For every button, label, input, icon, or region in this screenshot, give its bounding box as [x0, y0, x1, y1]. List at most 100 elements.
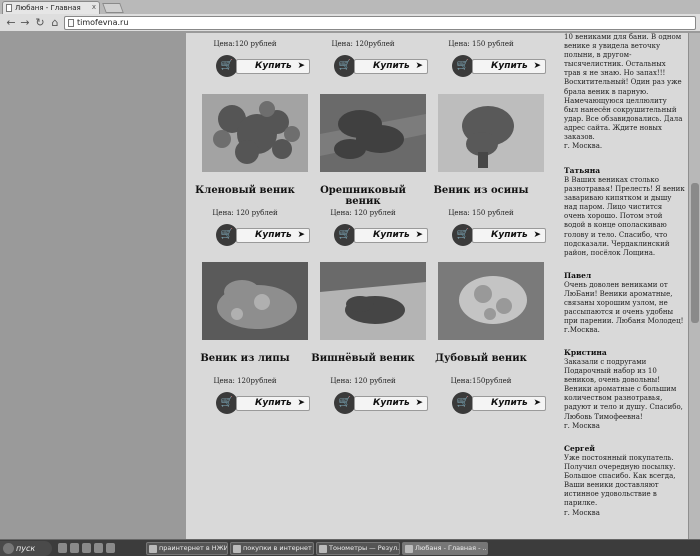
window-icon	[319, 545, 327, 553]
new-tab-button[interactable]	[102, 3, 124, 13]
reviewer-name: Татьяна	[564, 166, 601, 175]
tab-title: Любаня - Главная	[15, 4, 81, 12]
product-name[interactable]: Веник из осины	[422, 185, 540, 196]
browser-tab[interactable]: Любаня - Главная x	[2, 1, 100, 14]
task-label: праинтернет в НЖИД	[159, 544, 228, 552]
buy-button[interactable]: 🛒 Купить ➤	[334, 392, 428, 414]
cart-icon: 🛒	[452, 392, 474, 414]
product-name[interactable]: Дубовый веник	[422, 353, 540, 364]
start-label: пуск	[16, 544, 36, 553]
product-price: Цена:150рублей	[450, 377, 512, 385]
home-icon[interactable]: ⌂	[48, 16, 62, 30]
buy-label: Купить	[255, 398, 292, 408]
back-icon[interactable]: ←	[4, 16, 18, 30]
product-price: Цена: 150 рублей	[448, 40, 514, 48]
buy-label: Купить	[373, 398, 410, 408]
review-text: Уже постоянный покупатель. Получил очере…	[564, 454, 676, 517]
product-price: Цена:120 рублей	[213, 40, 277, 48]
arrow-right-icon: ➤	[533, 61, 541, 71]
browser-toolbar: ← → ↻ ⌂ timofevna.ru	[0, 14, 700, 32]
product-photo[interactable]	[202, 262, 308, 340]
buy-button[interactable]: 🛒 Купить ➤	[216, 224, 310, 246]
address-url: timofevna.ru	[77, 18, 129, 27]
cart-icon: 🛒	[216, 55, 238, 77]
product-price: Цена: 120 рублей	[212, 209, 278, 217]
buy-button[interactable]: 🛒 Купить ➤	[216, 392, 310, 414]
task-label: Тонометры — Резул...	[329, 544, 400, 552]
product-photo[interactable]	[202, 94, 308, 172]
taskbar-window-button[interactable]: праинтернет в НЖИД	[146, 542, 228, 555]
product-name[interactable]: Веник из липы	[186, 353, 304, 364]
window-icon	[405, 545, 413, 553]
buy-button[interactable]: 🛒 Купить ➤	[452, 392, 546, 414]
quicklaunch-icon[interactable]	[106, 543, 115, 553]
task-label: покупки в интернет ...	[243, 544, 314, 552]
quicklaunch-icon[interactable]	[70, 543, 79, 553]
arrow-right-icon: ➤	[415, 398, 423, 408]
taskbar-window-button[interactable]: Тонометры — Резул...	[316, 542, 400, 555]
buy-button[interactable]: 🛒 Купить ➤	[452, 55, 546, 77]
close-tab-icon[interactable]: x	[92, 3, 96, 11]
cart-icon: 🛒	[334, 55, 356, 77]
review-text: Очень доволен вениками от ЛюБани! Веники…	[564, 281, 684, 335]
product-name[interactable]: Вишнёвый веник	[304, 353, 422, 364]
arrow-right-icon: ➤	[533, 398, 541, 408]
windows-logo-icon	[3, 543, 14, 554]
review-text: Заказали с подругами Подарочный набор из…	[564, 358, 683, 430]
buy-label: Купить	[491, 230, 528, 240]
product-photo[interactable]	[438, 262, 544, 340]
product-price: Цена: 150 рублей	[448, 209, 514, 217]
buy-button[interactable]: 🛒 Купить ➤	[334, 55, 428, 77]
buy-label: Купить	[491, 398, 528, 408]
product-photo[interactable]	[320, 94, 426, 172]
arrow-right-icon: ➤	[297, 61, 305, 71]
buy-label: Купить	[255, 61, 292, 71]
reload-icon[interactable]: ↻	[33, 16, 47, 30]
buy-label: Купить	[491, 61, 528, 71]
review-text: В Ваших вениках столько разнотравья! Пре…	[564, 176, 685, 257]
product-name[interactable]: Кленовый веник	[186, 185, 304, 196]
product-catalog: Цена:120 рублей Цена: 120рублей Цена: 15…	[186, 33, 560, 539]
buy-label: Купить	[373, 230, 410, 240]
buy-button[interactable]: 🛒 Купить ➤	[334, 224, 428, 246]
quicklaunch-icon[interactable]	[94, 543, 103, 553]
arrow-right-icon: ➤	[415, 61, 423, 71]
taskbar-window-button[interactable]: покупки в интернет ...	[230, 542, 314, 555]
buy-button[interactable]: 🛒 Купить ➤	[452, 224, 546, 246]
forward-icon[interactable]: →	[18, 16, 32, 30]
window-icon	[233, 545, 241, 553]
cart-icon: 🛒	[216, 224, 238, 246]
browser-tab-strip: Любаня - Главная x	[0, 0, 700, 14]
quicklaunch-icon[interactable]	[58, 543, 67, 553]
page-left-margin	[0, 33, 186, 539]
quicklaunch-icon[interactable]	[82, 543, 91, 553]
product-photo[interactable]	[320, 262, 426, 340]
start-button[interactable]: пуск	[0, 541, 52, 556]
reviewer-name: Кристина	[564, 348, 607, 357]
review-text: 10 вениками для бани. В одном венике я у…	[564, 33, 683, 151]
cart-icon: 🛒	[216, 392, 238, 414]
cart-icon: 🛒	[334, 392, 356, 414]
arrow-right-icon: ➤	[297, 230, 305, 240]
os-taskbar: пуск праинтернет в НЖИД покупки в интерн…	[0, 539, 700, 556]
page-icon	[6, 4, 12, 12]
cart-icon: 🛒	[452, 224, 474, 246]
buy-label: Купить	[255, 230, 292, 240]
arrow-right-icon: ➤	[297, 398, 305, 408]
address-bar[interactable]: timofevna.ru	[64, 16, 696, 30]
vertical-scrollbar[interactable]	[688, 33, 700, 539]
taskbar-window-button[interactable]: Любаня - Главная - ...	[402, 542, 488, 555]
product-price: Цена: 120рублей	[331, 40, 395, 48]
product-name[interactable]: Орешниковый веник	[304, 185, 422, 207]
reviews-sidebar: 10 вениками для бани. В одном венике я у…	[560, 33, 688, 539]
cart-icon: 🛒	[452, 55, 474, 77]
product-price: Цена: 120 рублей	[330, 209, 396, 217]
window-icon	[149, 545, 157, 553]
cart-icon: 🛒	[334, 224, 356, 246]
reviewer-name: Сергей	[564, 444, 595, 453]
page-icon	[68, 19, 74, 27]
scrollbar-thumb[interactable]	[691, 183, 699, 323]
product-price: Цена: 120 рублей	[330, 377, 396, 385]
product-photo[interactable]	[438, 94, 544, 172]
buy-button[interactable]: 🛒 Купить ➤	[216, 55, 310, 77]
